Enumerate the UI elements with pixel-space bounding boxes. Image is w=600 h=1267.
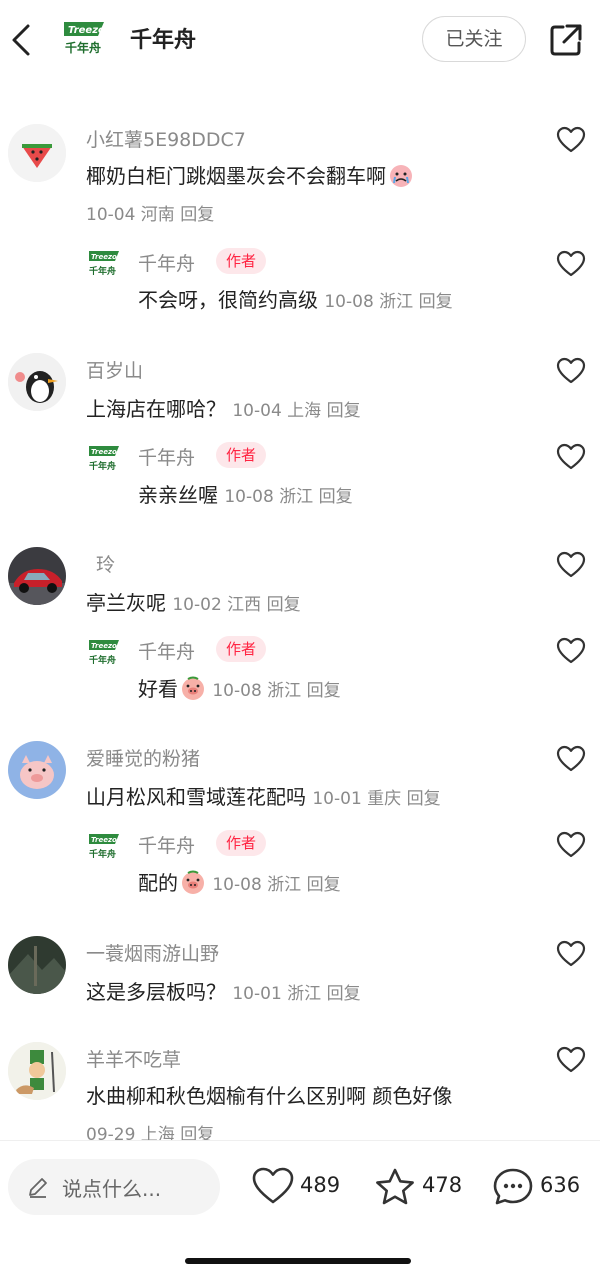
commenter-name[interactable]: 玲 <box>96 550 115 577</box>
comment-body: 亭兰灰呢 <box>86 591 166 615</box>
svg-text:Treezo: Treezo <box>91 448 117 456</box>
reply-body: 配的 <box>138 871 178 895</box>
comment-body: 上海店在哪哈？ <box>86 397 226 421</box>
svg-text:千年舟: 千年舟 <box>89 848 116 860</box>
heart-icon[interactable] <box>556 250 586 278</box>
svg-text:千年舟: 千年舟 <box>89 654 116 666</box>
reply-author-name[interactable]: 千年舟 <box>138 443 195 470</box>
comment-meta: 10-04 上海 回复 <box>232 401 361 421</box>
svg-text:Treezo: Treezo <box>91 836 117 844</box>
reply-text[interactable]: 配的 10-08 浙江 回复 <box>138 867 341 896</box>
svg-text:千年舟: 千年舟 <box>65 40 101 55</box>
reply-text[interactable]: 不会呀，很简约高级 10-08 浙江 回复 <box>138 284 453 313</box>
author-badge: 作者 <box>216 442 266 468</box>
avatar[interactable] <box>8 353 66 411</box>
brand-avatar[interactable]: Treezo 千年舟 <box>86 443 126 473</box>
back-arrow-icon[interactable] <box>8 22 38 58</box>
star-icon[interactable] <box>374 1167 416 1211</box>
reply-meta: 10-08 浙江 回复 <box>212 875 341 895</box>
follow-button[interactable]: 已关注 <box>422 16 526 62</box>
svg-text:Treezo: Treezo <box>91 253 117 261</box>
author-badge: 作者 <box>216 636 266 662</box>
avatar[interactable] <box>8 741 66 799</box>
favorite-stat[interactable]: 478 <box>372 1167 472 1207</box>
author-badge: 作者 <box>216 248 266 274</box>
commenter-name[interactable]: 百岁山 <box>86 356 143 383</box>
comment-meta: 10-04 河南 回复 <box>86 205 215 225</box>
top-bar: Treezo 千年舟 千年舟 已关注 <box>0 0 600 80</box>
heart-icon[interactable] <box>556 126 586 154</box>
brand-avatar[interactable]: Treezo 千年舟 <box>86 831 126 861</box>
input-placeholder: 说点什么... <box>62 1177 162 1201</box>
home-indicator <box>185 1258 411 1264</box>
share-icon[interactable] <box>548 22 584 58</box>
svg-text:Treezo: Treezo <box>68 25 105 36</box>
brand-avatar[interactable]: Treezo 千年舟 <box>86 248 126 278</box>
reply-meta: 10-08 浙江 回复 <box>324 292 453 312</box>
heart-icon[interactable] <box>556 443 586 471</box>
comment-body: 山月松风和雪域莲花配吗 <box>86 785 306 809</box>
comment-text[interactable]: 椰奶白柜门跳烟墨灰会不会翻车啊 <box>86 160 414 189</box>
pig-emoji-icon <box>180 869 206 895</box>
reply-body: 亲亲丝喔 <box>138 483 218 507</box>
like-count: 489 <box>300 1173 341 1197</box>
heart-icon[interactable] <box>556 637 586 665</box>
comment-text[interactable]: 水曲柳和秋色烟榆有什么区别啊 颜色好像 <box>86 1080 452 1109</box>
reply-author-name[interactable]: 千年舟 <box>138 637 195 664</box>
reply-meta: 10-08 浙江 回复 <box>212 681 341 701</box>
reply-meta: 10-08 浙江 回复 <box>224 487 353 507</box>
heart-icon[interactable] <box>556 745 586 773</box>
heart-icon[interactable] <box>556 831 586 859</box>
pencil-icon <box>26 1175 50 1199</box>
svg-text:千年舟: 千年舟 <box>89 265 116 277</box>
heart-icon[interactable] <box>556 940 586 968</box>
reply-body: 不会呀，很简约高级 <box>138 288 318 312</box>
chat-bubble-icon[interactable] <box>492 1167 534 1211</box>
like-stat[interactable]: 489 <box>250 1167 350 1207</box>
comment-text[interactable]: 亭兰灰呢 10-02 江西 回复 <box>86 587 301 616</box>
avatar[interactable] <box>8 1042 66 1100</box>
comment-text[interactable]: 这是多层板吗？ 10-01 浙江 回复 <box>86 976 361 1005</box>
heart-icon[interactable] <box>556 551 586 579</box>
page-title: 千年舟 <box>130 28 197 53</box>
reply-author-name[interactable]: 千年舟 <box>138 831 195 858</box>
commenter-name[interactable]: 羊羊不吃草 <box>86 1045 181 1072</box>
comment-text[interactable]: 山月松风和雪域莲花配吗 10-01 重庆 回复 <box>86 781 441 810</box>
brand-logo[interactable]: Treezo 千年舟 <box>60 18 112 58</box>
heart-icon[interactable] <box>556 1046 586 1074</box>
svg-text:千年舟: 千年舟 <box>89 460 116 472</box>
comment-text[interactable]: 上海店在哪哈？ 10-04 上海 回复 <box>86 393 361 422</box>
author-badge: 作者 <box>216 830 266 856</box>
bottom-action-bar: 说点什么... 489 478 636 <box>0 1140 600 1267</box>
pig-emoji-icon <box>180 675 206 701</box>
crying-face-emoji-icon <box>388 162 414 188</box>
comment-stat[interactable]: 636 <box>490 1167 594 1207</box>
favorite-count: 478 <box>422 1173 463 1197</box>
comment-meta: 10-01 重庆 回复 <box>312 789 441 809</box>
heart-icon[interactable] <box>556 357 586 385</box>
reply-text[interactable]: 亲亲丝喔 10-08 浙江 回复 <box>138 479 353 508</box>
commenter-name[interactable]: 小红薯5E98DDC7 <box>86 125 246 152</box>
avatar[interactable] <box>8 936 66 994</box>
commenter-name[interactable]: 爱睡觉的粉猪 <box>86 744 200 771</box>
avatar[interactable] <box>8 124 66 182</box>
comment-body: 这是多层板吗？ <box>86 980 226 1004</box>
comment-meta: 10-01 浙江 回复 <box>232 984 361 1004</box>
brand-avatar[interactable]: Treezo 千年舟 <box>86 637 126 667</box>
reply-body: 好看 <box>138 677 178 701</box>
reply-text[interactable]: 好看 10-08 浙江 回复 <box>138 673 341 702</box>
avatar[interactable] <box>8 547 66 605</box>
comment-count: 636 <box>540 1173 581 1197</box>
reply-author-name[interactable]: 千年舟 <box>138 249 195 276</box>
comment-meta: 10-02 江西 回复 <box>172 595 301 615</box>
comment-input[interactable]: 说点什么... <box>8 1159 220 1215</box>
commenter-name[interactable]: 一蓑烟雨游山野 <box>86 939 219 966</box>
heart-icon[interactable] <box>252 1167 294 1209</box>
comment-body: 椰奶白柜门跳烟墨灰会不会翻车啊 <box>86 164 386 188</box>
svg-text:Treezo: Treezo <box>91 642 117 650</box>
